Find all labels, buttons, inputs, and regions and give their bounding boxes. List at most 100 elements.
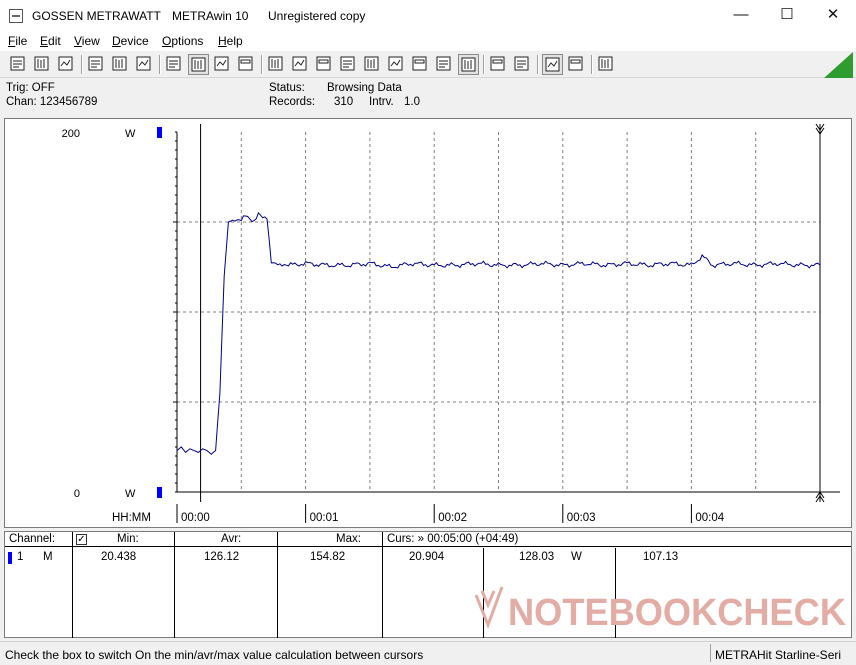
open-folder-icon (58, 56, 73, 71)
row-cursor-avr: 128.03 (519, 551, 555, 563)
grid-view-button[interactable] (236, 54, 257, 75)
channel-scale-marker-top (157, 127, 162, 138)
info-bar: Trig: OFF Chan: 123456789 Status: Browsi… (0, 79, 856, 116)
sort-button[interactable] (266, 54, 287, 75)
zoom-in-button[interactable] (542, 54, 563, 75)
new-file-button[interactable] (8, 54, 29, 75)
menu-view-rest: iew (81, 34, 100, 48)
filter-button[interactable] (290, 54, 311, 75)
wave-button[interactable] (386, 54, 407, 75)
target-button[interactable] (458, 54, 479, 75)
save-button[interactable] (32, 54, 53, 75)
x-tick-label: 00:02 (438, 512, 467, 524)
sort-icon (268, 56, 283, 71)
comment-icon (598, 56, 613, 71)
header-min: Min: (117, 533, 139, 545)
toolbar-separator (537, 55, 539, 74)
title-license: Unregistered copy (268, 9, 366, 23)
interval-label: Intrv. (369, 96, 394, 108)
device-settings-icon (136, 56, 151, 71)
print-icon (490, 56, 505, 71)
device-button[interactable] (110, 54, 131, 75)
print-setup-button[interactable] (512, 54, 533, 75)
series (176, 211, 821, 455)
channel-color-marker (8, 552, 12, 564)
menu-edit[interactable]: Edit (40, 34, 61, 48)
x-tick-label: 00:03 (567, 512, 596, 524)
y-bottom-unit: W (125, 488, 136, 500)
notebookcheck-watermark: NOTEBOOKCHECK (468, 581, 852, 637)
app-icon[interactable] (9, 9, 23, 23)
table-view-button[interactable] (164, 54, 185, 75)
status-label: Status: (269, 82, 305, 94)
formula-button[interactable] (362, 54, 383, 75)
toolbar-separator (159, 55, 161, 74)
list-view-icon (214, 56, 229, 71)
cursor-view-button[interactable] (188, 54, 209, 75)
comment-button[interactable] (596, 54, 617, 75)
save-icon (34, 56, 49, 71)
menu-help[interactable]: Help (218, 34, 243, 48)
watermark-logo-icon: NOTEBOOKCHECK (474, 586, 847, 634)
record-button[interactable] (314, 54, 335, 75)
col-divider (174, 532, 175, 638)
header-max: Max: (336, 533, 361, 545)
menu-device-rest: evice (120, 34, 149, 48)
y-bottom-label: 0 (74, 488, 80, 500)
zoom-fit-button[interactable] (566, 54, 587, 75)
x-axis-label: HH:MM (112, 512, 151, 524)
print-preview-icon (88, 56, 103, 71)
row-avr: 126.12 (204, 551, 240, 563)
row-min: 20.438 (101, 551, 137, 563)
zoom-button[interactable] (434, 54, 455, 75)
status-value: Browsing Data (327, 82, 402, 94)
status-bar: Check the box to switch On the min/avr/m… (0, 641, 856, 665)
device-settings-button[interactable] (134, 54, 155, 75)
device-icon (112, 56, 127, 71)
plot-area[interactable]: 200 0 W W HH:MM 00:00 00:01 00:02 00:03 00:04 (4, 118, 852, 528)
wave-alt-button[interactable] (410, 54, 431, 75)
wave-icon (388, 56, 403, 71)
channel-list: Chan: 123456789 (6, 96, 98, 108)
row-cursor-max: 107.13 (643, 551, 679, 563)
row-cursor-unit: W (571, 551, 582, 563)
title-app: METRAwin 10 (172, 9, 249, 23)
x-tick-label: 00:01 (310, 512, 339, 524)
row-cursor-min: 20.904 (409, 551, 445, 563)
cursors (200, 123, 825, 503)
toolbar-separator (261, 55, 263, 74)
menu-device[interactable]: Device (112, 34, 149, 48)
minimize-button[interactable]: — (718, 0, 764, 30)
list-view-button[interactable] (212, 54, 233, 75)
row-max: 154.82 (310, 551, 346, 563)
network-button[interactable] (338, 54, 359, 75)
close-button[interactable]: ✕ (810, 0, 856, 30)
toolbar-separator (81, 55, 83, 74)
table-view-icon (166, 56, 181, 71)
print-preview-button[interactable] (86, 54, 107, 75)
maximize-button[interactable]: ☐ (764, 0, 810, 30)
open-folder-button[interactable] (56, 54, 77, 75)
network-icon (340, 56, 355, 71)
toolbar-separator (483, 55, 485, 74)
menu-help-rest: elp (226, 34, 243, 48)
menu-options[interactable]: Options (162, 34, 203, 48)
calc-between-cursors-checkbox[interactable]: ✓ (76, 534, 87, 545)
menu-edit-rest: dit (48, 34, 61, 48)
watermark-text: NOTEBOOKCHECK (508, 592, 847, 634)
channel-scale-marker-bottom (157, 487, 162, 498)
col-divider (277, 532, 278, 638)
filter-icon (292, 56, 307, 71)
status-triangle-icon (824, 52, 853, 78)
status-device: METRAHit Starline-Seri (715, 648, 842, 662)
toolbar-separator (591, 55, 593, 74)
power-chart[interactable]: 200 0 W W HH:MM 00:00 00:01 00:02 00:03 00:04 (5, 119, 851, 527)
row-mode: M (43, 551, 53, 563)
menu-file[interactable]: File (8, 34, 27, 48)
menu-view[interactable]: View (74, 34, 100, 48)
cursor-view-icon (191, 57, 206, 72)
print-button[interactable] (488, 54, 509, 75)
x-tick-label: 00:00 (181, 512, 210, 524)
col-divider (72, 532, 73, 638)
axis-labels: 200 0 W W HH:MM 00:00 00:01 00:02 00:03 00:04 (62, 127, 725, 524)
